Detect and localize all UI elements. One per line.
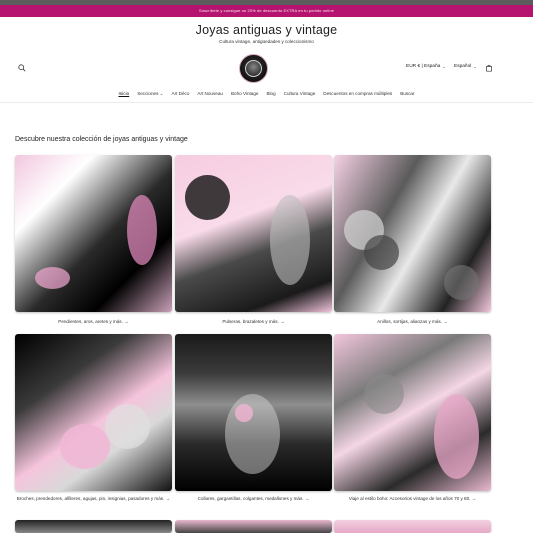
arrow-right-icon: → xyxy=(280,319,285,324)
collection-card-row3-1[interactable] xyxy=(15,520,172,533)
announcement-text: Suscríbete y consigue un 20% de descuent… xyxy=(198,8,334,13)
collection-card-necklaces[interactable] xyxy=(175,334,332,491)
card-caption-bracelets[interactable]: Pulseras, brazaletes y más. → xyxy=(175,318,332,325)
card-caption-necklaces[interactable]: Collares, gargantillas, colgantes, medal… xyxy=(175,495,332,502)
chevron-down-icon: ⌄ xyxy=(442,64,446,69)
cart-button[interactable] xyxy=(482,61,496,75)
bracelets-photo xyxy=(175,155,332,312)
collection-card-rings[interactable] xyxy=(334,155,491,312)
caption-earrings-label: Pendientes, aros, aretes y más. xyxy=(58,319,123,324)
nav-item-buscar[interactable]: Buscar xyxy=(400,91,414,97)
cart-icon xyxy=(486,64,492,72)
arrow-right-icon: → xyxy=(304,496,310,501)
arrow-right-icon: → xyxy=(124,319,129,324)
card-caption-earrings[interactable]: Pendientes, aros, aretes y más. → xyxy=(15,318,172,325)
row3-photo-1 xyxy=(15,520,172,533)
main-nav: Inicio Secciones ⌄ Art Déco Art Nouveau … xyxy=(0,91,533,97)
site-subtitle: Cultura vintage, antigüedades y coleccio… xyxy=(219,39,314,44)
currency-selector[interactable]: EUR € | España ⌄ xyxy=(406,64,446,69)
nav-item-inicio[interactable]: Inicio xyxy=(118,91,129,97)
nav-item-boho-vintage[interactable]: Boho Vintage xyxy=(231,91,259,97)
rings-photo xyxy=(334,155,491,312)
collection-card-earrings[interactable] xyxy=(15,155,172,312)
caption-necklaces-label: Collares, gargantillas, colgantes, medal… xyxy=(197,496,304,501)
nav-item-secciones-label: Secciones xyxy=(137,91,159,96)
collection-card-row3-2[interactable] xyxy=(175,520,332,533)
chevron-down-icon: ⌄ xyxy=(159,91,164,96)
logo-emblem xyxy=(245,60,262,77)
nav-item-art-nouveau[interactable]: Art Nouveau xyxy=(197,91,223,97)
collection-card-row3-3[interactable] xyxy=(334,520,491,533)
header-divider xyxy=(0,102,533,103)
search-button[interactable] xyxy=(15,61,29,75)
chevron-down-icon: ⌄ xyxy=(473,64,477,69)
site-logo[interactable] xyxy=(239,54,268,83)
row3-photo-2 xyxy=(175,520,332,533)
card-caption-rings[interactable]: Anillos, sortijas, alianzas y más. → xyxy=(334,318,491,325)
caption-brooches-label: Broches, prendedores, alfileres, agujas,… xyxy=(16,496,165,501)
nav-item-cultura-vintage[interactable]: Cultura Vintage xyxy=(284,91,316,97)
collection-title: Descubre nuestra colección de joyas anti… xyxy=(15,136,188,143)
nav-item-blog[interactable]: Blog xyxy=(266,91,275,97)
nav-item-descuentos[interactable]: Descuentos en compras múltiples xyxy=(323,91,392,97)
language-selector[interactable]: Español ⌄ xyxy=(454,64,477,69)
caption-bracelets-label: Pulseras, brazaletes y más. xyxy=(222,319,279,324)
arrow-right-icon: → xyxy=(471,496,477,501)
card-caption-boho[interactable]: Viaje al estilo boho: Accesorios vintage… xyxy=(334,495,491,502)
nav-item-secciones[interactable]: Secciones ⌄ xyxy=(137,91,163,97)
collection-card-bracelets[interactable] xyxy=(175,155,332,312)
brooches-photo xyxy=(15,334,172,491)
language-label: Español xyxy=(454,64,472,69)
earrings-photo xyxy=(15,155,172,312)
necklaces-photo xyxy=(175,334,332,491)
search-icon xyxy=(18,64,26,72)
row3-photo-3 xyxy=(334,520,491,533)
collection-card-boho[interactable] xyxy=(334,334,491,491)
announcement-bar[interactable]: Suscríbete y consigue un 20% de descuent… xyxy=(0,5,533,17)
arrow-right-icon: → xyxy=(443,319,448,324)
currency-label: EUR € | España xyxy=(406,64,441,69)
site-title[interactable]: Joyas antiguas y vintage xyxy=(0,23,533,37)
caption-boho-label: Viaje al estilo boho: Accesorios vintage… xyxy=(348,496,471,501)
nav-item-art-deco[interactable]: Art Déco xyxy=(172,91,190,97)
boho-photo xyxy=(334,334,491,491)
caption-rings-label: Anillos, sortijas, alianzas y más. xyxy=(377,319,442,324)
collection-card-brooches[interactable] xyxy=(15,334,172,491)
card-caption-brooches[interactable]: Broches, prendedores, alfileres, agujas,… xyxy=(15,495,172,502)
arrow-right-icon: → xyxy=(165,496,171,501)
